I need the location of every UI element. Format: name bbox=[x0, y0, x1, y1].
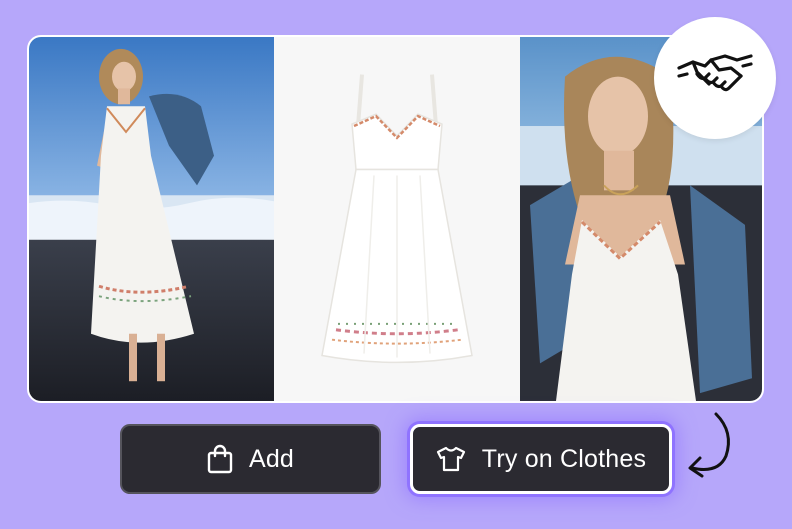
shopping-bag-icon bbox=[207, 444, 233, 474]
add-button-label: Add bbox=[248, 444, 295, 473]
t-shirt-icon bbox=[436, 446, 466, 472]
try-on-clothes-button[interactable]: Try on Clothes bbox=[410, 424, 672, 494]
try-on-clothes-label: Try on Clothes bbox=[481, 444, 647, 473]
model-beach-photo bbox=[29, 37, 274, 401]
add-button[interactable]: Add bbox=[120, 424, 381, 494]
outfit-gallery bbox=[27, 35, 764, 403]
handshake-badge bbox=[654, 17, 776, 139]
dress-product-photo bbox=[274, 37, 520, 401]
curved-arrow-icon bbox=[682, 410, 738, 482]
handshake-icon bbox=[675, 46, 755, 111]
